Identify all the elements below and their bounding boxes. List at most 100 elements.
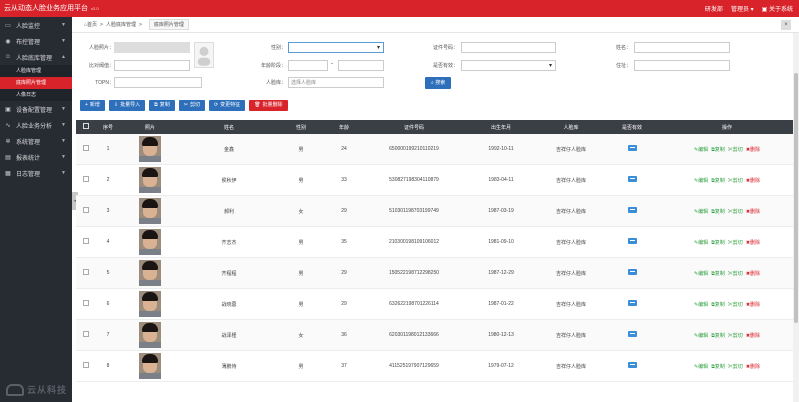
edit-link[interactable]: ✎编辑 [694, 270, 708, 277]
edit-link[interactable]: ✎编辑 [694, 208, 708, 215]
face-photo-upload[interactable] [194, 42, 214, 68]
name-input[interactable] [634, 42, 730, 53]
edit-link[interactable]: ✎编辑 [694, 301, 708, 308]
edit-link[interactable]: ✎编辑 [694, 363, 708, 370]
cut-link[interactable]: ✂剪切 [728, 363, 743, 370]
user-menu[interactable]: 管理员 ▾ [731, 4, 754, 13]
about-system-link[interactable]: ▣ 关于系统 [762, 4, 793, 13]
compare-threshold-input[interactable] [114, 60, 190, 71]
sidebar-sub-library-manage[interactable]: 人脸库管理 [0, 65, 72, 77]
row-checkbox[interactable] [83, 331, 89, 337]
age-min-input[interactable] [288, 60, 328, 71]
delete-link[interactable]: ✖删除 [746, 301, 760, 308]
sidebar-sub-portrait-log[interactable]: 人像日志 [0, 89, 72, 101]
edit-link[interactable]: ✎编辑 [694, 332, 708, 339]
topn-input[interactable] [114, 77, 202, 88]
delete-link[interactable]: ✖删除 [746, 363, 760, 370]
cut-button[interactable]: ✂ 剪切 [178, 100, 205, 111]
gender-label: 性别： [270, 45, 286, 51]
cut-link[interactable]: ✂剪切 [728, 270, 743, 277]
sidebar-item-analysis[interactable]: ∿ 人脸业务分析 ▼ [0, 117, 72, 133]
gender-select[interactable] [288, 42, 384, 53]
valid-select[interactable] [461, 60, 556, 71]
edit-label: 编辑 [698, 239, 709, 246]
row-checkbox[interactable] [83, 207, 89, 213]
copy-link[interactable]: ⧉复制 [711, 208, 725, 215]
cell-valid [604, 176, 660, 184]
cell-index: 2 [106, 177, 110, 183]
sidebar-item-deploy[interactable]: ◉ 布控管理 ▼ [0, 33, 72, 49]
sidebar-sub-photo-manage[interactable]: 底库照片管理 [0, 77, 72, 89]
face-photo[interactable] [139, 167, 161, 193]
delete-link[interactable]: ✖删除 [746, 239, 760, 246]
delete-link[interactable]: ✖删除 [746, 208, 760, 215]
cut-link[interactable]: ✂剪切 [728, 301, 743, 308]
sidebar-item-system[interactable]: ✲ 系统管理 ▼ [0, 133, 72, 149]
batch-import-button[interactable]: ⇩ 批量导入 [108, 100, 146, 111]
row-checkbox[interactable] [83, 176, 89, 182]
face-photo[interactable] [139, 322, 161, 348]
cut-link[interactable]: ✂剪切 [728, 146, 743, 153]
search-button[interactable]: ⌕ 搜索 [425, 77, 452, 89]
copy-link[interactable]: ⧉复制 [711, 301, 725, 308]
face-photo[interactable] [139, 198, 161, 224]
cut-link[interactable]: ✂剪切 [728, 239, 743, 246]
face-photo[interactable] [139, 229, 161, 255]
close-icon[interactable]: × [781, 20, 791, 30]
row-checkbox[interactable] [83, 362, 89, 368]
address-input[interactable] [634, 60, 730, 71]
select-all-checkbox[interactable] [83, 123, 89, 129]
department-menu[interactable]: 研发部 [705, 4, 723, 13]
delete-link[interactable]: ✖删除 [746, 146, 760, 153]
age-max-input[interactable] [338, 60, 384, 71]
face-photo[interactable] [139, 260, 161, 286]
row-checkbox[interactable] [83, 269, 89, 275]
face-photo-input[interactable] [114, 42, 190, 53]
sidebar-item-log[interactable]: ▦ 日志管理 ▼ [0, 165, 72, 181]
copy-button[interactable]: ⧉ 复制 [149, 100, 175, 111]
change-feature-button[interactable]: ⟳ 变更特征 [208, 100, 246, 111]
row-checkbox[interactable] [83, 238, 89, 244]
sidebar-item-report[interactable]: ▤ 报表统计 ▼ [0, 149, 72, 165]
cut-link[interactable]: ✂剪切 [728, 208, 743, 215]
sidebar-item-face-library[interactable]: ☺ 人脸底库管理 ▲ [0, 49, 72, 65]
face-photo[interactable] [139, 136, 161, 162]
row-checkbox[interactable] [83, 145, 89, 151]
copy-link[interactable]: ⧉复制 [711, 239, 725, 246]
cell-gender: 女 [298, 332, 304, 339]
breadcrumb-current-tab[interactable]: 底库照片管理 [148, 19, 189, 30]
breadcrumb-home[interactable]: 首页 [87, 21, 97, 28]
delete-link[interactable]: ✖删除 [746, 270, 760, 277]
cut-link[interactable]: ✂剪切 [728, 177, 743, 184]
breadcrumb-level1[interactable]: 人脸底库管理 [106, 21, 136, 28]
sidebar-item-device[interactable]: ▣ 设备配置管理 ▼ [0, 101, 72, 117]
delete-link[interactable]: ✖删除 [746, 177, 760, 184]
cut-link[interactable]: ✂剪切 [728, 332, 743, 339]
edit-link[interactable]: ✎编辑 [694, 177, 708, 184]
copy-link[interactable]: ⧉复制 [711, 332, 725, 339]
sidebar-item-label: 日志管理 [16, 171, 41, 178]
face-photo[interactable] [139, 353, 161, 379]
delete-link[interactable]: ✖删除 [746, 332, 760, 339]
delete-label: 删除 [750, 332, 761, 339]
copy-link[interactable]: ⧉复制 [711, 363, 725, 370]
add-button[interactable]: + 新增 [80, 100, 105, 111]
cell-gender: 男 [298, 146, 304, 153]
batch-delete-button[interactable]: 🗑 批量删除 [249, 100, 288, 111]
header-right: 研发部 管理员 ▾ ▣ 关于系统 [705, 4, 793, 13]
id-number-input[interactable] [461, 42, 556, 53]
scrollbar-thumb[interactable] [794, 73, 798, 323]
breadcrumb-separator: > [100, 21, 103, 28]
copy-link[interactable]: ⧉复制 [711, 177, 725, 184]
edit-link[interactable]: ✎编辑 [694, 239, 708, 246]
library-select[interactable]: 选择人脸库 [288, 77, 384, 88]
face-photo[interactable] [139, 291, 161, 317]
sidebar-item-face-monitor[interactable]: ▭ 人脸监控 ▼ [0, 17, 72, 33]
copy-link[interactable]: ⧉复制 [711, 270, 725, 277]
edit-link[interactable]: ✎编辑 [694, 146, 708, 153]
page-scrollbar[interactable] [793, 33, 799, 402]
logo-text: 云从科技 [27, 385, 68, 395]
copy-link[interactable]: ⧉复制 [711, 146, 725, 153]
cell-ops: ✎编辑 ⧉复制 ✂剪切 ✖删除 [660, 301, 794, 308]
row-checkbox[interactable] [83, 300, 89, 306]
